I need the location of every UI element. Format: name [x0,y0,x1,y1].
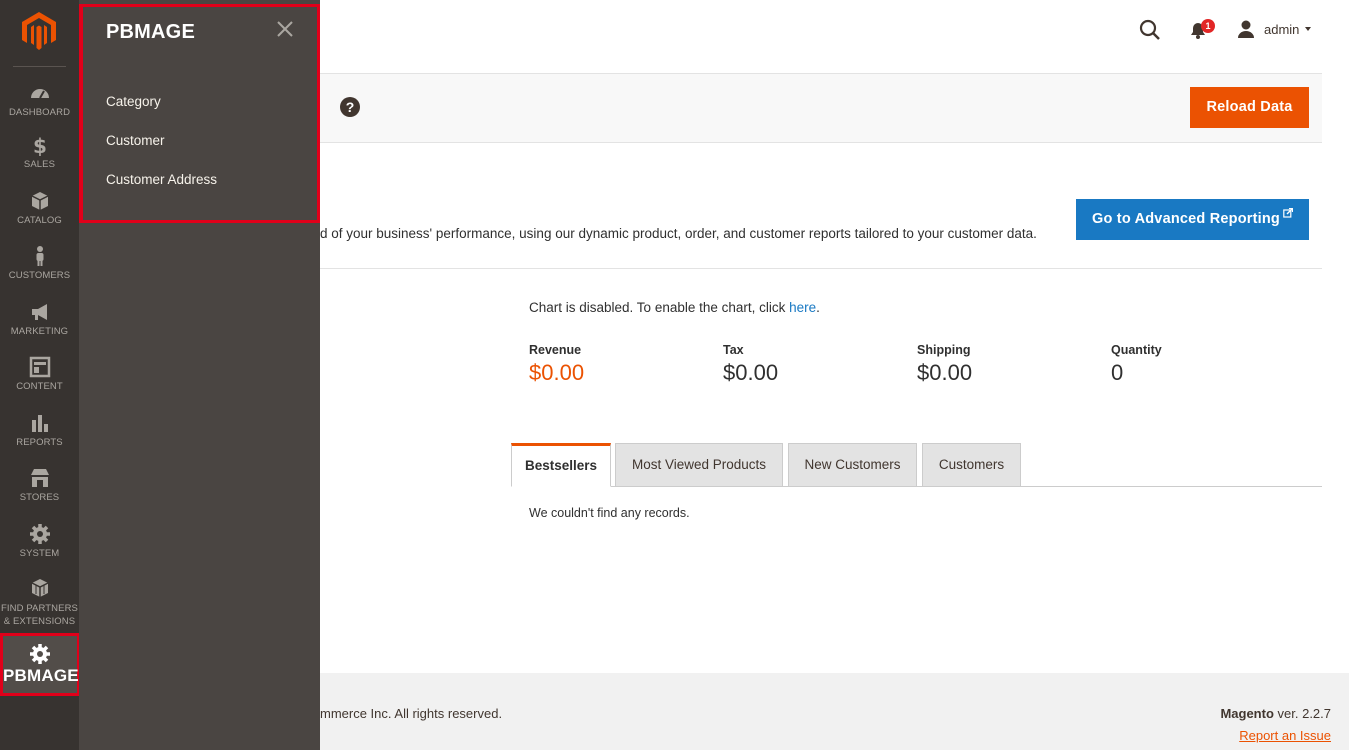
nav-label: STORES [19,492,60,503]
totals-shipping: Shipping $0.00 [917,343,972,386]
page-actions-bar [320,73,1322,143]
nav-item-sales[interactable]: $ SALES [0,134,79,171]
nav-label: PBMAGE [3,666,79,685]
external-link-icon [1283,208,1293,218]
store-icon [30,469,49,487]
chart-disabled-message: Chart is disabled. To enable the chart, … [529,300,820,315]
user-icon [1238,20,1254,38]
tab-most-viewed-products[interactable]: Most Viewed Products [615,443,783,487]
nav-item-content[interactable]: CONTENT [0,356,79,393]
tab-new-customers[interactable]: New Customers [788,443,917,487]
empty-records-message: We couldn't find any records. [529,506,690,520]
tab-customers[interactable]: Customers [922,443,1021,487]
nav-label: CONTENT [16,381,63,392]
dashboard-icon [30,89,49,99]
totals-label: Shipping [917,343,971,357]
nav-item-catalog[interactable]: CATALOG [0,190,79,227]
submenu-link-customer-address[interactable]: Customer Address [106,172,217,187]
dollar-icon: $ [33,134,47,156]
megaphone-icon [31,304,47,320]
advanced-reporting-text: d of your business' performance, using o… [320,226,1037,241]
magento-logo-icon[interactable] [22,12,56,50]
enable-chart-link[interactable]: here [789,300,816,315]
chart-message-suffix: . [816,300,820,315]
submenu-link-customer[interactable]: Customer [106,133,165,148]
cube-icon [31,192,48,210]
boxes-icon [31,579,48,597]
nav-label-line2: & EXTENSIONS [3,616,76,627]
nav-label: DASHBOARD [8,107,71,118]
copyright-text: mmerce Inc. All rights reserved. [320,706,503,721]
version-info: Magento ver. 2.2.7 [1220,706,1331,721]
user-name: admin [1264,21,1300,37]
help-icon[interactable]: ? [340,97,360,117]
totals-revenue: Revenue $0.00 [529,343,584,386]
notification-badge: 1 [1201,19,1215,33]
nav-item-system[interactable]: SYSTEM [0,523,79,560]
nav-label: REPORTS [16,437,63,448]
nav-item-find-partners[interactable]: FIND PARTNERS & EXTENSIONS [0,578,79,628]
version-number: ver. 2.2.7 [1273,706,1331,721]
nav-label: FIND PARTNERS & EXTENSIONS [0,602,79,628]
advanced-reporting-label: Go to Advanced Reporting [1092,211,1280,227]
totals-tax: Tax $0.00 [723,343,778,386]
report-issue-link[interactable]: Report an Issue [1239,728,1331,743]
svg-text:$: $ [33,134,47,156]
section-divider [320,268,1322,269]
tab-bestsellers[interactable]: Bestsellers [511,443,611,487]
nav-label: MARKETING [10,326,69,337]
gear-icon [29,524,50,544]
nav-label: SALES [23,159,56,170]
submenu-link-category[interactable]: Category [106,94,161,109]
totals-label: Tax [723,343,744,357]
nav-label: CATALOG [17,215,62,226]
nav-item-reports[interactable]: REPORTS [0,412,79,449]
totals-value: $0.00 [917,360,973,385]
reload-data-button[interactable]: Reload Data [1190,87,1309,128]
nav-item-dashboard[interactable]: DASHBOARD [0,82,79,119]
layout-icon [29,356,50,378]
person-icon [36,246,43,266]
totals-value: $0.00 [529,360,585,385]
bar-chart-icon [31,415,48,432]
search-icon[interactable] [1139,19,1161,41]
nav-divider [13,66,66,67]
totals-label: Quantity [1111,343,1162,357]
chevron-down-icon [1305,27,1312,31]
totals-value: $0.00 [723,360,779,385]
totals-value: 0 [1111,360,1124,385]
nav-item-stores[interactable]: STORES [0,467,79,504]
submenu-title: PBMAGE [106,21,195,43]
nav-label: SYSTEM [19,548,60,559]
totals-quantity: Quantity 0 [1111,343,1162,386]
nav-label: CUSTOMERS [8,270,71,281]
nav-item-customers[interactable]: CUSTOMERS [0,245,79,282]
close-icon[interactable] [276,20,294,38]
totals-label: Revenue [529,343,582,357]
submenu-flyout: PBMAGE Category Customer Customer Addres… [79,0,320,750]
nav-item-pbmage[interactable]: PBMAGE [0,633,80,696]
advanced-reporting-button[interactable]: Go to Advanced Reporting [1076,199,1309,240]
nav-item-marketing[interactable]: MARKETING [0,301,79,338]
brand-name: Magento [1220,706,1274,721]
gear-icon [30,644,50,664]
chart-message-text: Chart is disabled. To enable the chart, … [529,300,790,315]
admin-user-menu[interactable]: admin [1237,19,1312,39]
nav-label-line1: FIND PARTNERS [1,603,78,614]
